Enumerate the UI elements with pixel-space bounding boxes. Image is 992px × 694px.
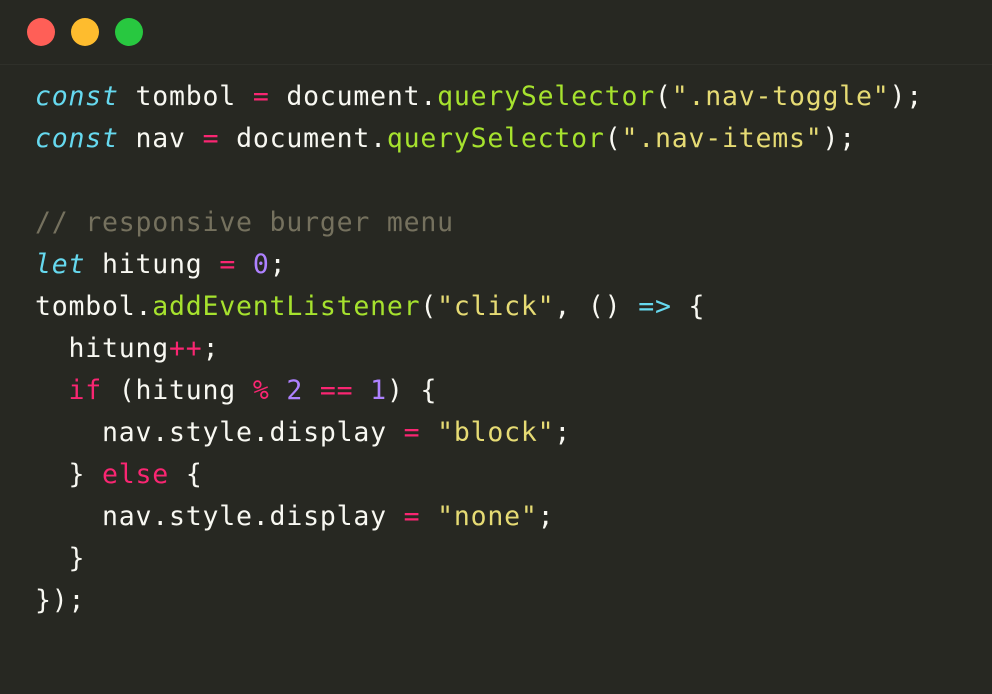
code-token: ( (420, 291, 438, 322)
code-line: } else { (35, 454, 923, 496)
code-line: ​ (35, 160, 923, 202)
code-token: % (252, 375, 270, 406)
close-window-button[interactable] (27, 18, 55, 46)
code-token: ( (604, 123, 622, 154)
code-token: ; (202, 333, 220, 364)
code-token: (hitung (102, 375, 253, 406)
code-line: } (35, 538, 923, 580)
code-token: = (403, 501, 421, 532)
code-line: }); (35, 580, 923, 622)
code-line: nav.style.display = "block"; (35, 412, 923, 454)
code-token: nav.style.display (35, 417, 404, 448)
code-token: } (35, 459, 103, 490)
code-token: addEventListener (152, 291, 421, 322)
code-token: const (35, 123, 119, 154)
code-token: => (638, 291, 672, 322)
code-token: if (68, 375, 103, 406)
code-window: const tombol = document.querySelector(".… (0, 0, 992, 694)
code-token: tombol (118, 81, 253, 112)
code-line: const tombol = document.querySelector(".… (35, 76, 923, 118)
code-token: else (102, 459, 170, 490)
window-titlebar (0, 0, 992, 64)
code-token: ; (554, 417, 572, 448)
code-line: hitung++; (35, 328, 923, 370)
code-token: ( (654, 81, 672, 112)
code-token: ".nav-items" (621, 123, 823, 154)
code-token: = (202, 123, 220, 154)
code-line: tombol.addEventListener("click", () => { (35, 286, 923, 328)
code-token: nav (118, 123, 203, 154)
minimize-window-button[interactable] (71, 18, 99, 46)
code-token: } (35, 543, 86, 574)
titlebar-divider (0, 64, 992, 65)
code-token: hitung (85, 249, 220, 280)
code-line: const nav = document.querySelector(".nav… (35, 118, 923, 160)
code-token: querySelector (386, 123, 605, 154)
code-token: ; (537, 501, 555, 532)
code-token: ) { (386, 375, 438, 406)
code-line: nav.style.display = "none"; (35, 496, 923, 538)
code-token: ); (889, 81, 924, 112)
code-token: 0 (252, 249, 270, 280)
code-token: 2 (286, 375, 304, 406)
code-token: document. (219, 123, 387, 154)
code-token: "block" (437, 417, 555, 448)
code-token: let (35, 249, 86, 280)
code-token: = (219, 249, 237, 280)
code-token: "none" (437, 501, 538, 532)
code-token: ; (269, 249, 287, 280)
code-token: ".nav-toggle" (671, 81, 890, 112)
code-token: document. (269, 81, 438, 112)
code-token: = (403, 417, 421, 448)
code-token: { (671, 291, 706, 322)
code-editor[interactable]: const tombol = document.querySelector(".… (35, 76, 923, 622)
code-line: let hitung = 0; (35, 244, 923, 286)
code-token: const (35, 81, 119, 112)
code-token: hitung (35, 333, 170, 364)
code-token: }); (35, 585, 86, 616)
code-token: ); (822, 123, 857, 154)
maximize-window-button[interactable] (115, 18, 143, 46)
code-token: // responsive burger menu (35, 207, 454, 238)
code-token: 1 (370, 375, 387, 406)
code-token: "click" (437, 291, 555, 322)
code-token: querySelector (437, 81, 655, 112)
code-token: , () (554, 291, 639, 322)
code-line: if (hitung % 2 == 1) { (35, 370, 923, 412)
code-token: tombol. (35, 291, 153, 322)
code-line: // responsive burger menu (35, 202, 923, 244)
code-token: == (319, 375, 354, 406)
code-token: nav.style.display (35, 501, 404, 532)
code-token: = (252, 81, 270, 112)
code-token: ++ (169, 333, 203, 364)
code-token: { (169, 459, 203, 490)
